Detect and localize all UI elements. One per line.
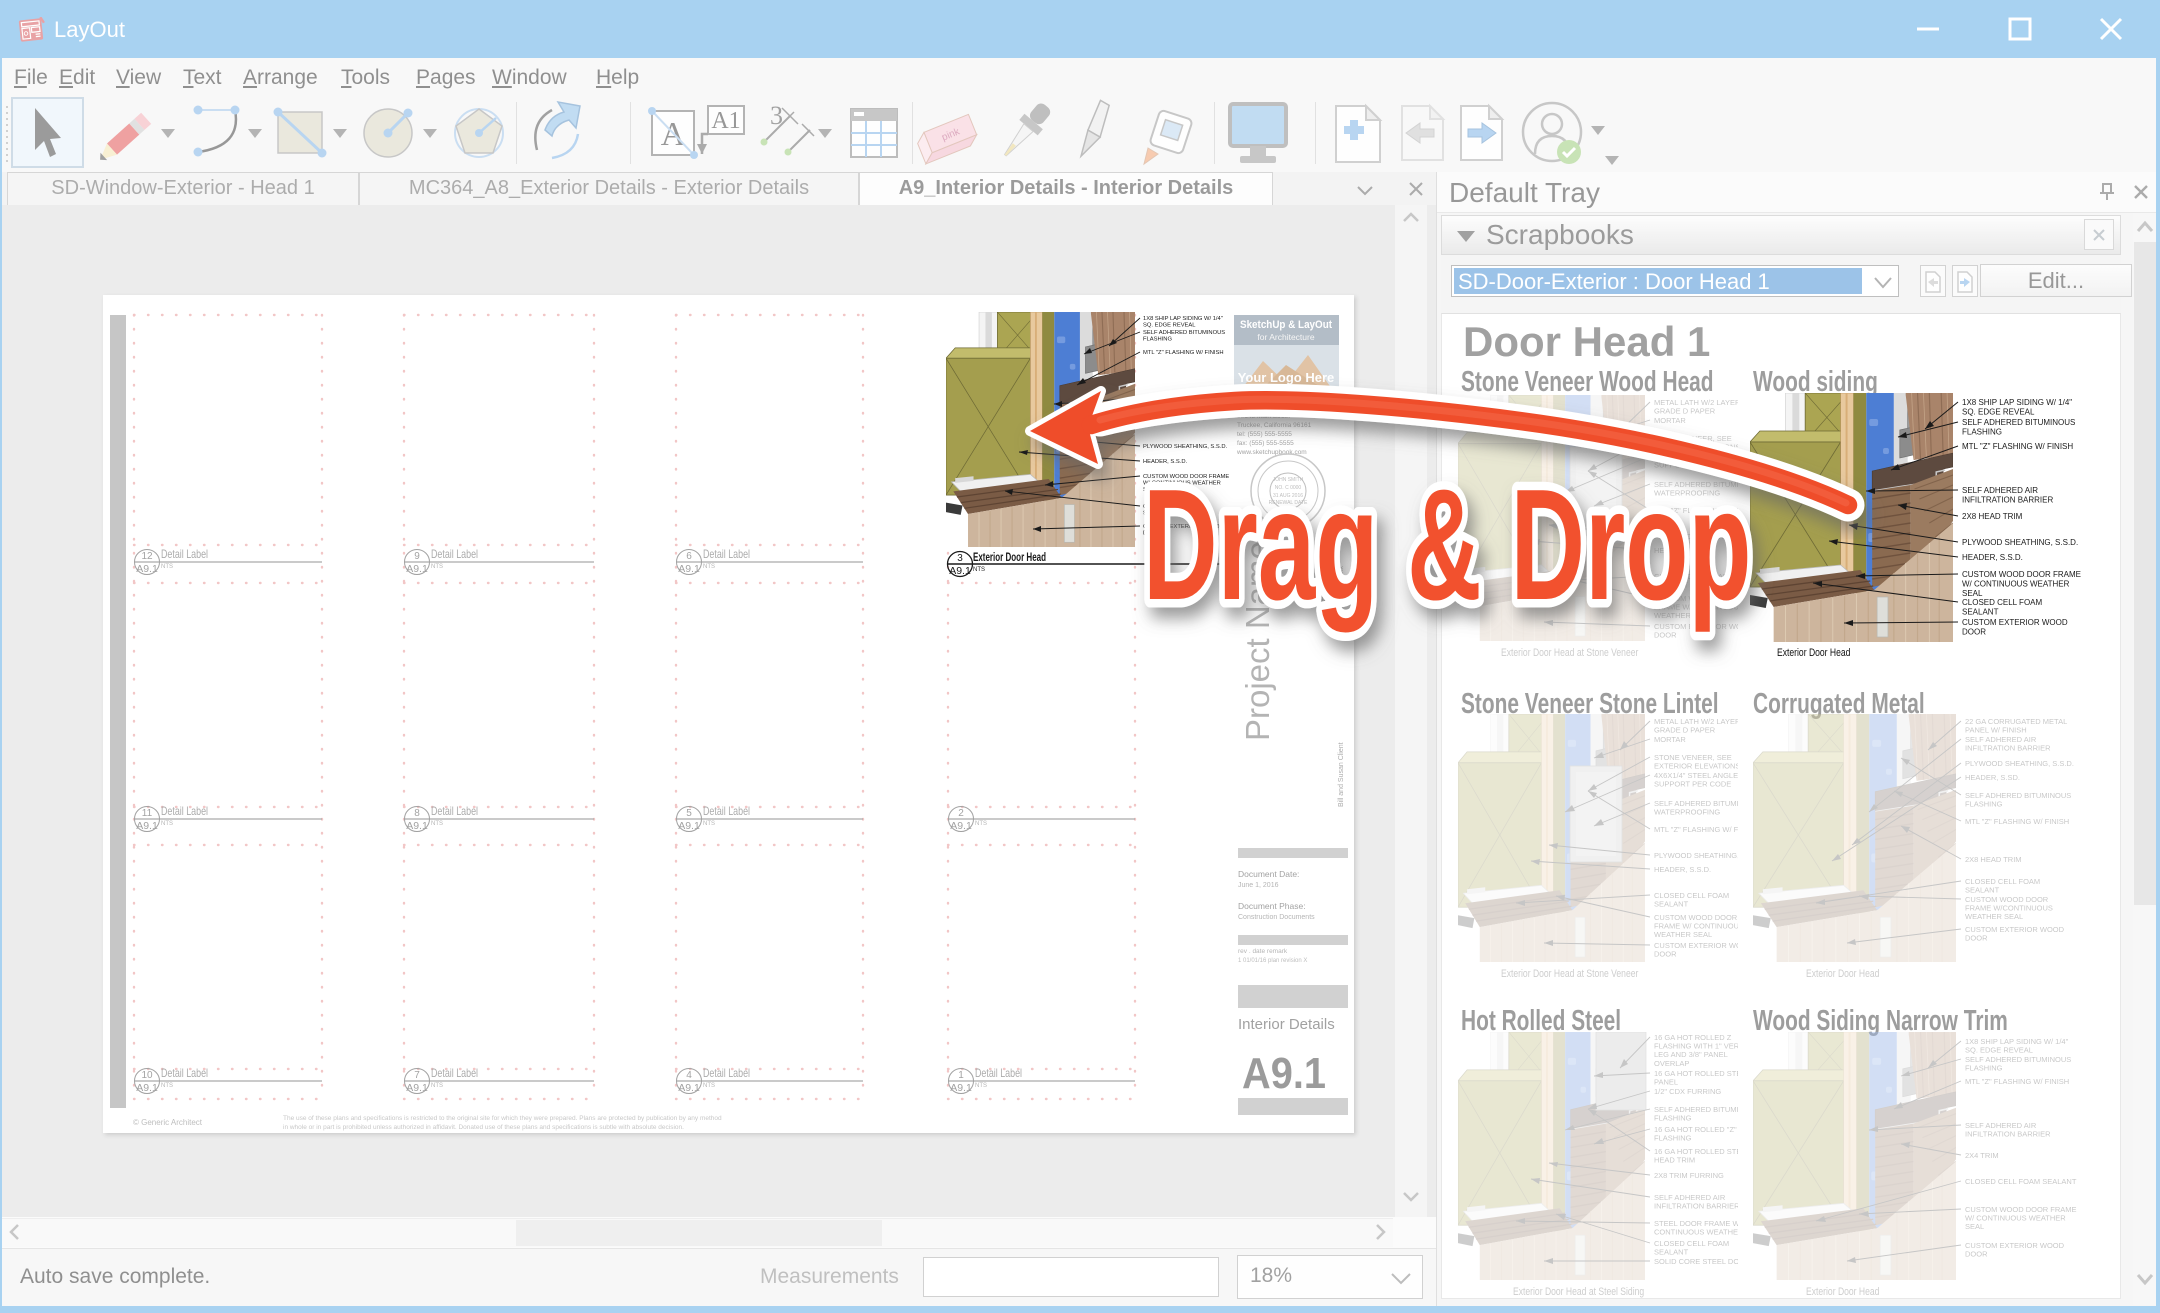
svg-text:Drag & Drop: Drag & Drop	[1143, 457, 1752, 633]
